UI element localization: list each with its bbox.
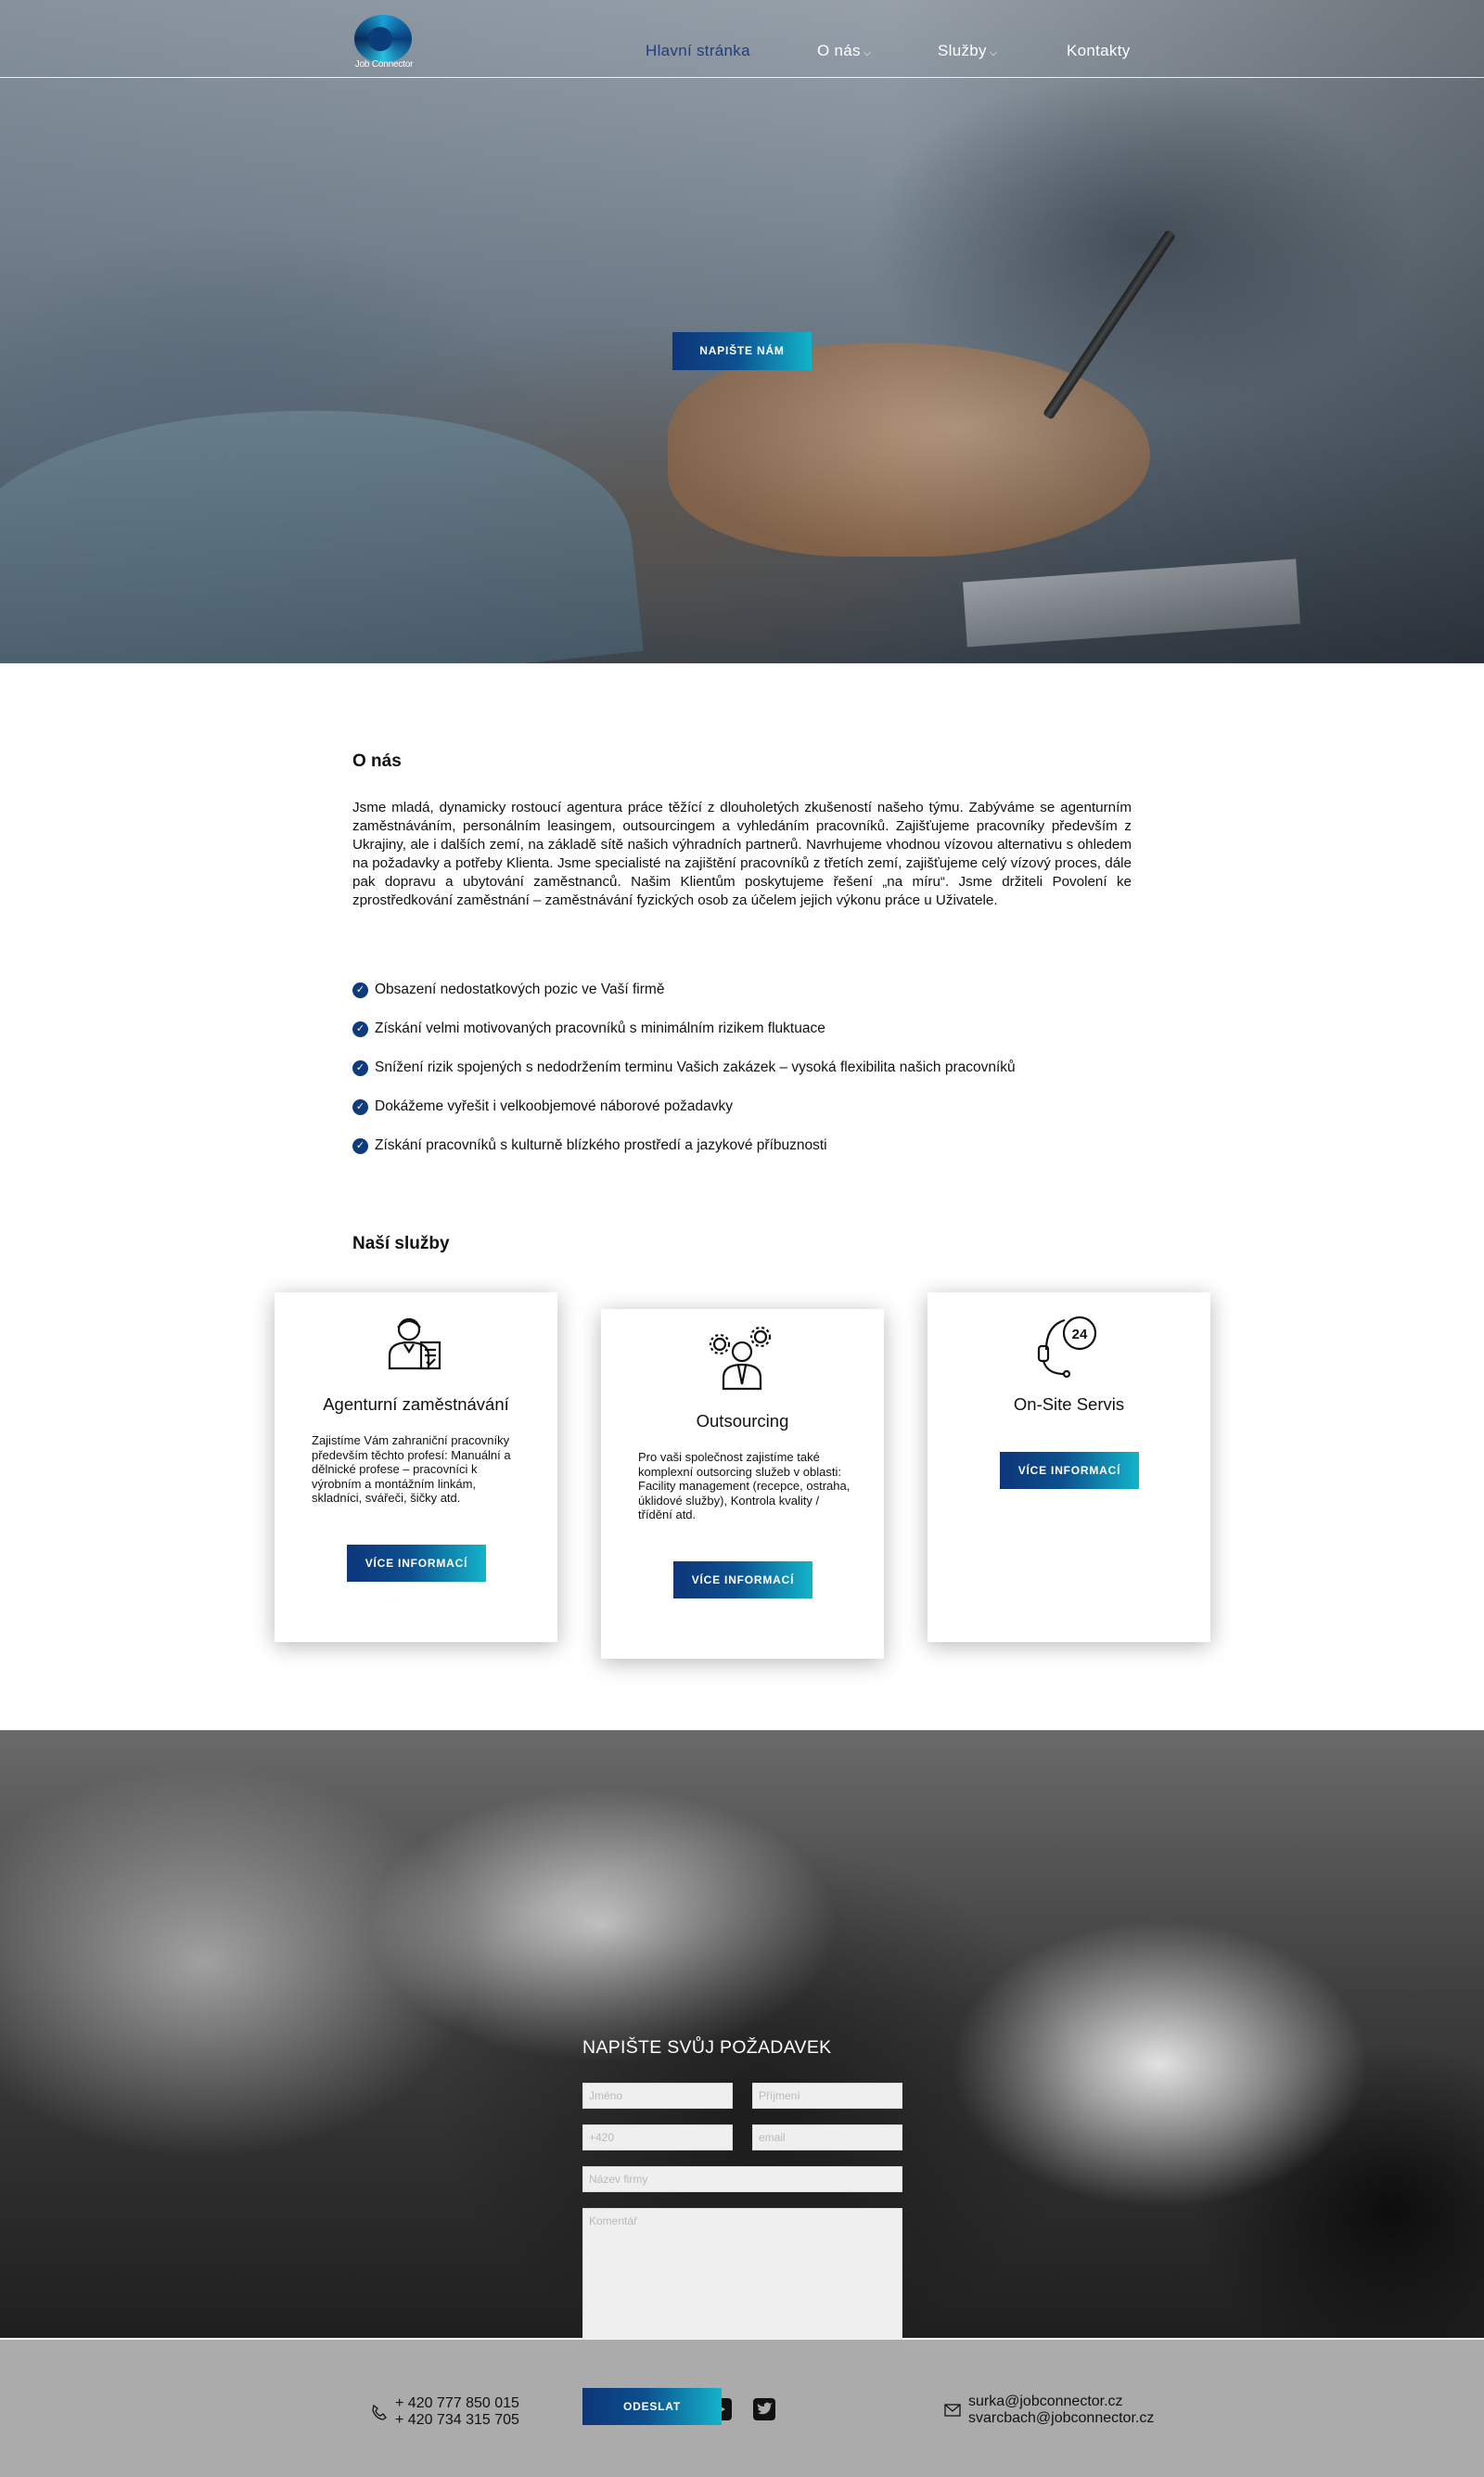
phone-field[interactable]	[582, 2124, 733, 2150]
logo-text: Job Connector	[354, 59, 414, 70]
site-header: Job Connector Hlavní stránka O nás ⌵ Služ…	[0, 0, 1484, 78]
service-card-title: On-Site Servis	[1013, 1394, 1125, 1414]
send-button[interactable]: ODESLAT	[582, 2388, 722, 2425]
nav-item-home[interactable]: Hlavní stránka	[646, 42, 750, 60]
headset-24-icon: 24	[1037, 1316, 1097, 1379]
logo-mark	[354, 15, 412, 63]
phone-number[interactable]: + 420 777 850 015	[395, 2395, 519, 2412]
list-item: ✓ Obsazení nedostatkových pozic ve Vaší f…	[352, 970, 1187, 1009]
about-text: Jsme mladá, dynamicky rostoucí agentura …	[352, 800, 1132, 908]
check-icon: ✓	[352, 1098, 368, 1115]
email-link[interactable]: surka@jobconnector.cz	[968, 2394, 1154, 2410]
hero-banner: Job Connector Hlavní stránka O nás ⌵ Služ…	[0, 0, 1484, 663]
footer-phones: + 420 777 850 015 + 420 734 315 705	[371, 2395, 519, 2429]
list-item-text: Získání velmi motivovaných pracovníků s …	[375, 1020, 825, 1036]
nav-item-about-label: O nás	[817, 42, 861, 59]
check-icon: ✓	[352, 982, 368, 998]
worker-document-icon	[388, 1317, 441, 1370]
nav-item-about[interactable]: O nás ⌵	[817, 42, 872, 60]
more-info-button[interactable]: VÍCE INFORMACÍ	[673, 1561, 812, 1598]
service-card-outsourcing: Outsourcing Pro vaši společnost zajistím…	[601, 1309, 884, 1659]
chevron-down-icon: ⌵	[989, 47, 998, 58]
list-item-text: Obsazení nedostatkových pozic ve Vaší fi…	[375, 982, 665, 997]
about-title: O nás	[352, 751, 402, 771]
chevron-down-icon: ⌵	[863, 47, 872, 58]
logo[interactable]: Job Connector	[351, 15, 417, 72]
list-item-text: Snížení rizik spojených s nedodržením te…	[375, 1059, 1016, 1075]
list-item: ✓ Snížení rizik spojených s nedodržením t…	[352, 1048, 1187, 1087]
nav-item-services[interactable]: Služby ⌵	[938, 42, 997, 60]
phone-icon	[372, 2404, 387, 2420]
company-field[interactable]	[582, 2166, 902, 2192]
service-card-desc: Zajistíme Vám zahraniční pracovníky před…	[312, 1433, 511, 1506]
list-item-text: Dokážeme vyřešit i velkoobjemové náborov…	[375, 1098, 733, 1114]
email-field[interactable]	[752, 2124, 902, 2150]
site-footer	[0, 2340, 1484, 2477]
nav-item-services-label: Služby	[938, 42, 987, 59]
footer-emails: surka@jobconnector.cz svarcbach@jobconne…	[944, 2394, 1154, 2427]
last-name-field[interactable]	[752, 2083, 902, 2109]
services-title: Naší služby	[352, 1234, 450, 1253]
check-icon: ✓	[352, 1020, 368, 1037]
service-card-agency: Agenturní zaměstnávání Zajistíme Vám zah…	[275, 1292, 557, 1642]
check-icon: ✓	[352, 1137, 368, 1154]
service-card-title: Agenturní zaměstnávání	[323, 1394, 509, 1414]
more-info-button[interactable]: VÍCE INFORMACÍ	[1000, 1452, 1139, 1489]
mail-icon	[944, 2404, 961, 2417]
more-info-button[interactable]: VÍCE INFORMACÍ	[347, 1545, 486, 1582]
email-list: surka@jobconnector.cz svarcbach@jobconne…	[968, 2394, 1154, 2427]
check-icon: ✓	[352, 1059, 368, 1076]
list-item: ✓ Získání pracovníků s kulturně blízkého …	[352, 1126, 1187, 1165]
phone-number[interactable]: + 420 734 315 705	[395, 2412, 519, 2429]
list-item: ✓ Získání velmi motivovaných pracovníků s…	[352, 1009, 1187, 1048]
write-us-button[interactable]: NAPIŠTE NÁM	[672, 332, 812, 370]
list-item: ✓ Dokážeme vyřešit i velkoobjemové náboro…	[352, 1087, 1187, 1126]
svg-text:24: 24	[1072, 1327, 1088, 1342]
phone-list: + 420 777 850 015 + 420 734 315 705	[395, 2395, 519, 2429]
list-item-text: Získání pracovníků s kulturně blízkého p…	[375, 1137, 827, 1153]
worker-gears-icon	[709, 1326, 772, 1391]
contact-form-title: NAPIŠTE SVŮJ POŽADAVEK	[582, 2037, 832, 2058]
email-link[interactable]: svarcbach@jobconnector.cz	[968, 2410, 1154, 2427]
service-card-title: Outsourcing	[696, 1411, 789, 1431]
first-name-field[interactable]	[582, 2083, 733, 2109]
benefits-list: ✓ Obsazení nedostatkových pozic ve Vaší f…	[352, 970, 1187, 1165]
service-card-onsite: 24 On-Site Servis VÍCE INFORMACÍ	[928, 1292, 1210, 1642]
nav-item-contacts[interactable]: Kontakty	[1067, 42, 1131, 60]
twitter-icon[interactable]	[752, 2397, 776, 2421]
service-card-desc: Pro vaši společnost zajistíme také kompl…	[638, 1450, 851, 1522]
